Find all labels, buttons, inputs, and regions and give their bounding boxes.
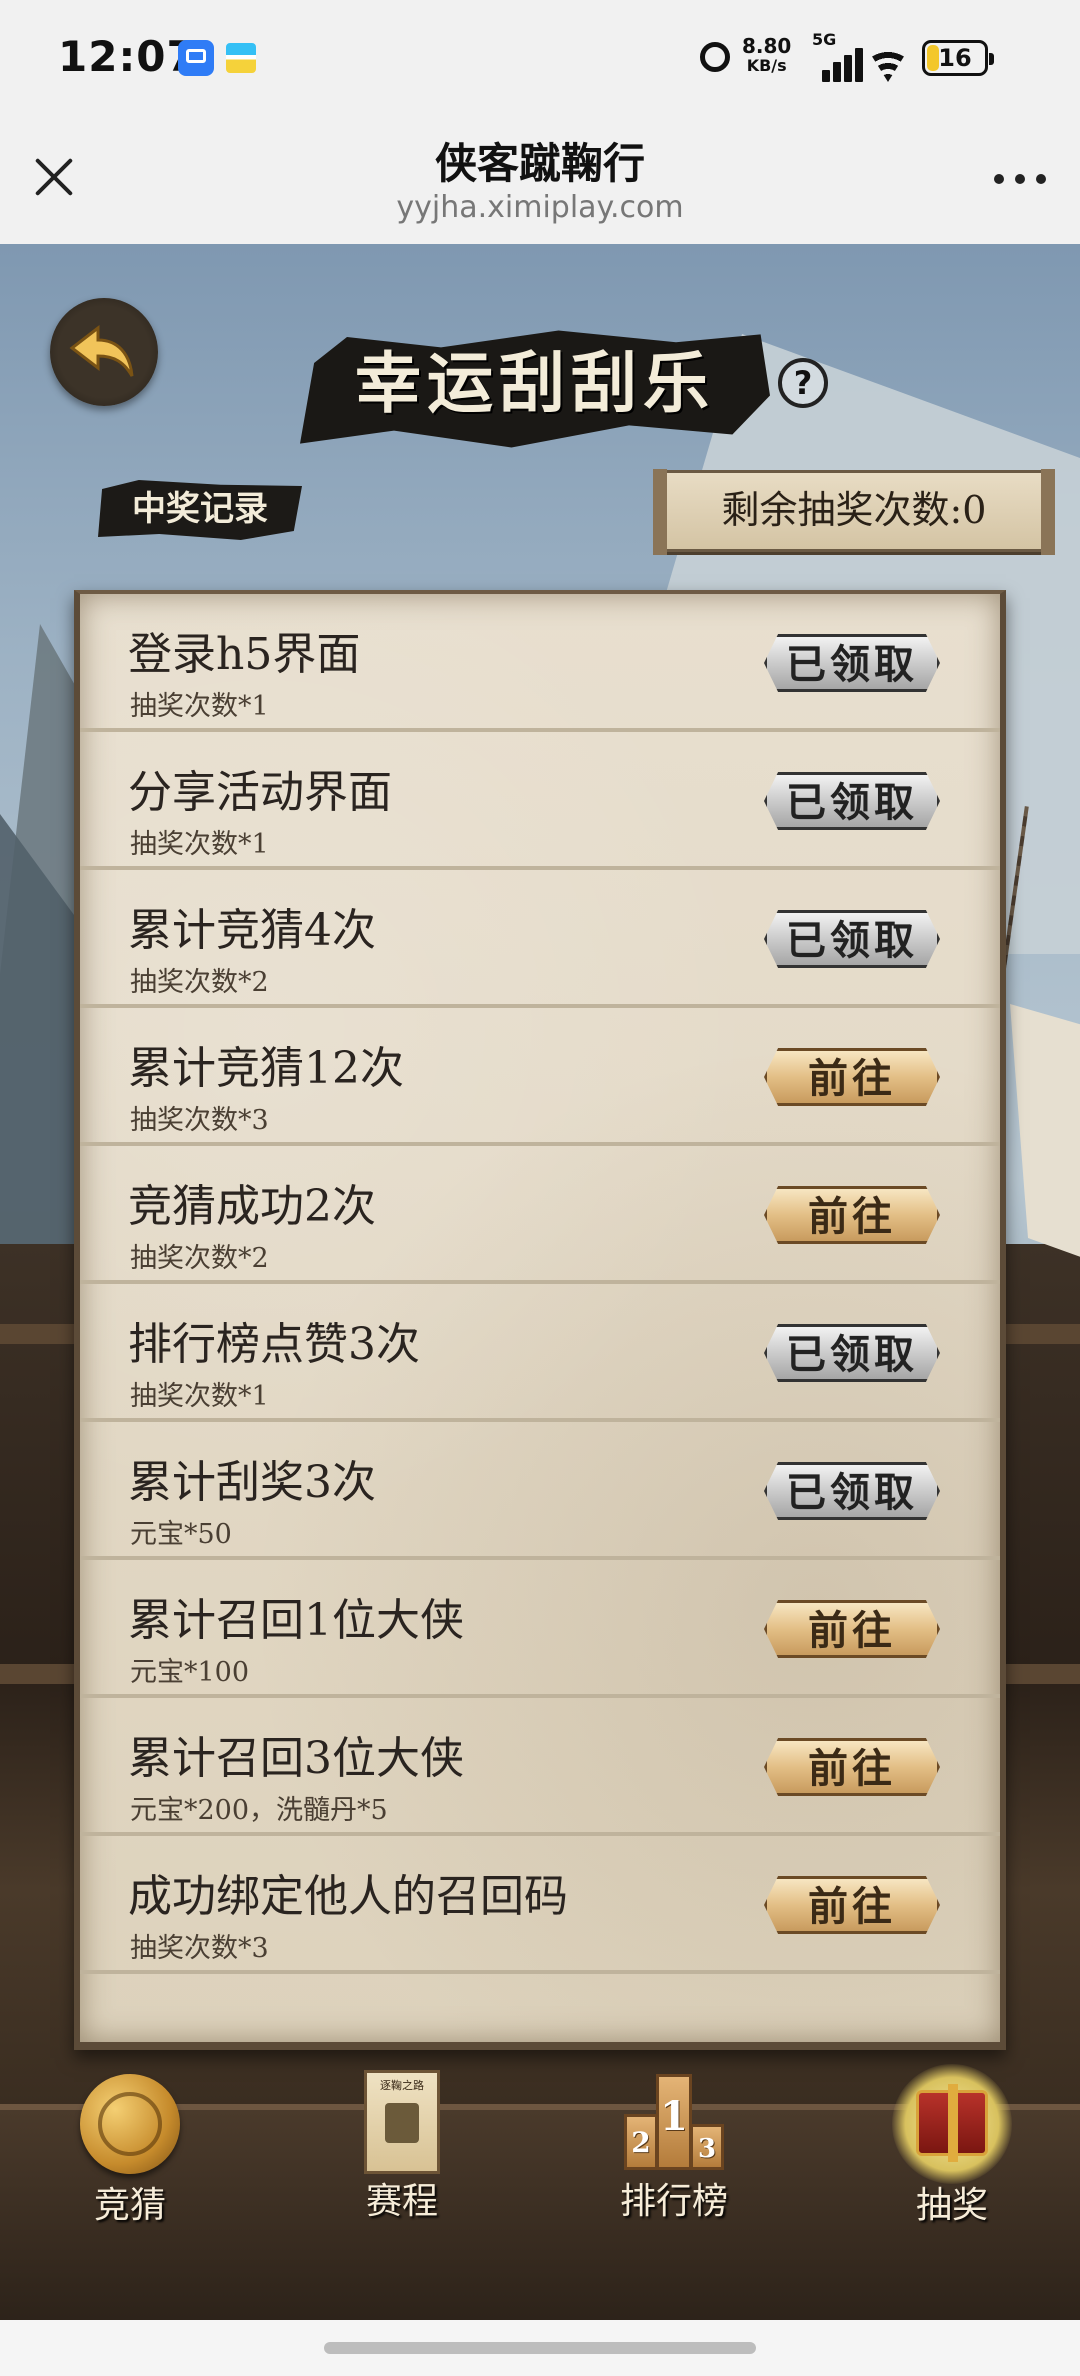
task-reward: 抽奖次数*1 [130,1381,269,1412]
task-row: 累计刮奖3次 元宝*50 已领取 [80,1422,1000,1560]
help-icon[interactable]: ? [778,358,828,408]
task-reward: 元宝*100 [130,1657,250,1688]
claimed-button[interactable]: 已领取 [764,772,940,830]
go-button[interactable]: 前往 [764,1738,940,1796]
nav-item-leaderboard[interactable]: 1 2 3 排行榜 [574,2060,774,2260]
back-button[interactable] [50,298,158,406]
alarm-icon [700,42,730,72]
remaining-draws-plaque: 剩余抽奖次数:0 [653,469,1055,555]
task-row: 累计竞猜4次 抽奖次数*2 已领取 [80,870,1000,1008]
task-reward: 元宝*200，洗髓丹*5 [130,1795,388,1826]
task-row: 竞猜成功2次 抽奖次数*2 前往 [80,1146,1000,1284]
task-title: 排行榜点赞3次 [128,1319,420,1370]
podium-rank-1: 1 [656,2074,692,2170]
task-row: 累计召回3位大侠 元宝*200，洗髓丹*5 前往 [80,1698,1000,1836]
status-bar: 12:07 8.80 KB/s 5G 16 [0,0,1080,120]
task-title: 累计竞猜12次 [128,1043,404,1094]
notification-app-icon-2 [226,43,256,73]
task-title: 竞猜成功2次 [128,1181,376,1232]
home-indicator[interactable] [324,2342,756,2354]
go-button[interactable]: 前往 [764,1600,940,1658]
wifi-icon [868,42,908,82]
background-sail [1010,1004,1080,1264]
podium-icon: 1 2 3 [624,2070,724,2170]
network-type: 5G [812,30,837,49]
task-title: 累计竞猜4次 [128,905,376,956]
bottom-nav: 竞猜 逐鞠之路 赛程 1 2 3 排行榜 抽奖 [0,2044,1080,2320]
task-reward: 抽奖次数*3 [130,1933,269,1964]
game-title: 幸运刮刮乐 [355,344,715,422]
task-title: 成功绑定他人的召回码 [128,1871,568,1922]
nav-item-schedule[interactable]: 逐鞠之路 赛程 [302,2060,502,2260]
claimed-button[interactable]: 已领取 [764,910,940,968]
status-indicators: 8.80 KB/s 5G 16 [700,30,1040,90]
task-title: 累计刮奖3次 [128,1457,376,1508]
scroll-icon-text: 逐鞠之路 [380,2079,424,2092]
task-list-scroll[interactable]: 登录h5界面 抽奖次数*1 已领取 分享活动界面 抽奖次数*1 已领取 累计竞猜… [74,590,1006,2050]
task-reward: 抽奖次数*1 [130,691,269,722]
claimed-button[interactable]: 已领取 [764,1324,940,1382]
treasure-chest-icon [892,2064,1012,2184]
task-reward: 抽奖次数*2 [130,967,269,998]
task-reward: 抽奖次数*3 [130,1105,269,1136]
scroll-icon: 逐鞠之路 [364,2070,440,2174]
more-options-icon[interactable] [994,174,1046,186]
net-speed: 8.80 KB/s [742,36,791,76]
ball-icon [80,2074,180,2174]
task-row: 累计竞猜12次 抽奖次数*3 前往 [80,1008,1000,1146]
page-url: yyjha.ximiplay.com [396,190,684,225]
status-time: 12:07 [58,32,197,81]
net-speed-value: 8.80 [742,34,792,58]
task-row: 排行榜点赞3次 抽奖次数*1 已领取 [80,1284,1000,1422]
page-title: 侠客蹴鞠行 [434,139,645,188]
game-view: 幸运刮刮乐 ? 中奖记录 剩余抽奖次数:0 登录h5界面 抽奖次数*1 已领取 … [0,244,1080,2320]
nav-item-lottery[interactable]: 抽奖 [852,2064,1052,2264]
task-row: 成功绑定他人的召回码 抽奖次数*3 前往 [80,1836,1000,1974]
task-row: 分享活动界面 抽奖次数*1 已领取 [80,732,1000,870]
task-title: 登录h5界面 [128,629,361,680]
go-button[interactable]: 前往 [764,1186,940,1244]
signal-icon [812,48,863,82]
winning-records-button[interactable] [98,480,302,540]
notification-app-icon [178,40,214,76]
task-title: 累计召回1位大侠 [128,1595,464,1646]
task-title: 分享活动界面 [128,767,392,818]
podium-rank-3: 3 [690,2124,724,2170]
nav-label: 竞猜 [93,2185,166,2226]
nav-label: 抽奖 [915,2185,988,2226]
task-row: 登录h5界面 抽奖次数*1 已领取 [80,594,1000,732]
claimed-button[interactable]: 已领取 [764,1462,940,1520]
nav-label: 赛程 [365,2181,438,2222]
battery-level: 16 [938,44,972,72]
system-home-area [0,2320,1080,2376]
net-speed-unit: KB/s [746,56,787,75]
back-arrow-icon [69,324,134,377]
nav-item-guess[interactable]: 竞猜 [30,2064,230,2264]
podium-rank-2: 2 [624,2114,658,2170]
go-button[interactable]: 前往 [764,1048,940,1106]
task-reward: 抽奖次数*1 [130,829,269,860]
nav-label: 排行榜 [619,2181,728,2222]
task-row: 累计召回1位大侠 元宝*100 前往 [80,1560,1000,1698]
claimed-button[interactable]: 已领取 [764,634,940,692]
browser-nav-bar: 侠客蹴鞠行 yyjha.ximiplay.com [0,120,1080,244]
task-title: 累计召回3位大侠 [128,1733,464,1784]
task-reward: 元宝*50 [130,1519,232,1550]
go-button[interactable]: 前往 [764,1876,940,1934]
battery-icon: 16 [922,40,994,76]
task-reward: 抽奖次数*2 [130,1243,269,1274]
